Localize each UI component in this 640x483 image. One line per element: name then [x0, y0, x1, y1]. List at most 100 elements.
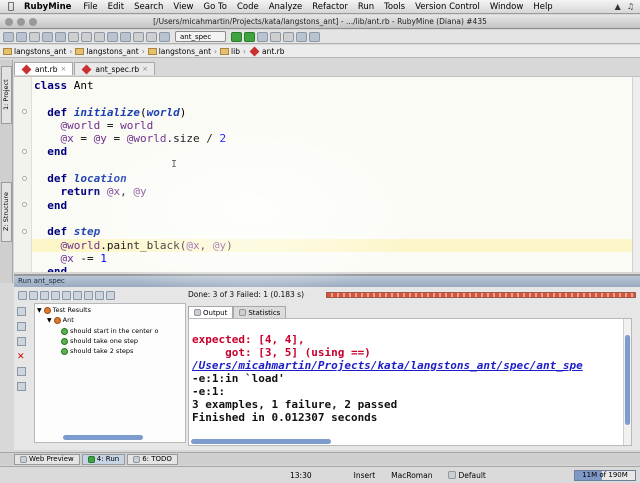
minimize-window-button[interactable]: [17, 18, 25, 26]
cut-icon[interactable]: [68, 31, 79, 42]
test-results-tree[interactable]: ▼ Test Results ▼ Ant should start in the…: [34, 303, 186, 443]
help-icon[interactable]: [17, 382, 26, 391]
menu-edit[interactable]: Edit: [103, 2, 129, 12]
code-line[interactable]: class Ant: [34, 79, 640, 92]
back-icon[interactable]: [133, 31, 144, 42]
fold-marker-icon[interactable]: [22, 229, 27, 234]
menu-view[interactable]: View: [168, 2, 198, 12]
code-line[interactable]: def initialize(world): [34, 106, 640, 119]
menu-version-control[interactable]: Version Control: [410, 2, 485, 12]
code-line[interactable]: @world.paint_black(@x, @y): [32, 238, 640, 252]
menu-help[interactable]: Help: [528, 2, 557, 12]
tab-ant-spec-rb[interactable]: ant_spec.rb ×: [74, 62, 155, 75]
menu-refactor[interactable]: Refactor: [307, 2, 353, 12]
build-icon[interactable]: [159, 31, 170, 42]
toggle-passed-icon[interactable]: [29, 290, 38, 300]
export-icon[interactable]: [95, 290, 104, 300]
menu-run[interactable]: Run: [353, 2, 379, 12]
menu-code[interactable]: Code: [232, 2, 264, 12]
paste-icon[interactable]: [94, 31, 105, 42]
tree-horizontal-scrollbar[interactable]: [63, 435, 143, 440]
collapse-all-icon[interactable]: [62, 290, 71, 300]
help-icon[interactable]: [309, 31, 321, 42]
pause-output-icon[interactable]: [17, 322, 26, 331]
code-line[interactable]: def location: [34, 172, 640, 185]
settings-icon[interactable]: [296, 31, 308, 42]
code-line[interactable]: @x = @y = @world.size / 2: [34, 132, 640, 145]
code-editor[interactable]: class Ant def initialize(world) @world =…: [14, 76, 640, 272]
console-vertical-scrollbar[interactable]: [623, 319, 631, 445]
todo-tool-tab[interactable]: 6: TODO: [127, 453, 178, 465]
tab-output[interactable]: Output: [188, 306, 234, 318]
collapse-arrow-icon[interactable]: ▼: [47, 316, 52, 325]
close-tab-icon[interactable]: ×: [142, 65, 148, 73]
close-window-button[interactable]: [5, 18, 13, 26]
file-encoding[interactable]: MacRoman: [383, 471, 440, 480]
code-line[interactable]: [34, 92, 640, 105]
app-menu[interactable]: RubyMine: [22, 2, 78, 12]
menu-tools[interactable]: Tools: [379, 2, 410, 12]
code-line[interactable]: @x -= 1: [34, 252, 640, 265]
tree-node-test[interactable]: should take one step: [61, 337, 138, 346]
volume-icon[interactable]: ♫: [627, 2, 634, 11]
code-text[interactable]: class Ant def initialize(world) @world =…: [32, 79, 640, 272]
tab-ant-rb[interactable]: ant.rb ×: [14, 62, 74, 75]
sync-icon[interactable]: [29, 31, 40, 42]
code-line[interactable]: end: [34, 265, 640, 272]
code-line[interactable]: @world = world: [34, 119, 640, 132]
code-line[interactable]: [34, 212, 640, 225]
code-line[interactable]: def step: [34, 225, 640, 238]
fold-marker-icon[interactable]: [22, 149, 27, 154]
structure-tool-tab[interactable]: Z: Structure: [1, 182, 12, 242]
save-icon[interactable]: [16, 31, 27, 42]
open-icon[interactable]: [3, 31, 14, 42]
code-line[interactable]: [34, 159, 640, 172]
breadcrumb-project[interactable]: langstons_ant: [3, 47, 66, 56]
settings-icon[interactable]: [106, 290, 115, 300]
caret-position[interactable]: 13:30: [282, 471, 320, 480]
copy-icon[interactable]: [81, 31, 92, 42]
console-horizontal-scrollbar[interactable]: [191, 439, 331, 444]
breadcrumb-file[interactable]: ant.rb: [249, 46, 285, 56]
close-run-icon[interactable]: ✕: [17, 352, 28, 362]
pin-icon[interactable]: [17, 367, 26, 376]
zoom-window-button[interactable]: [29, 18, 37, 26]
vcs-commit-icon[interactable]: [283, 31, 295, 42]
close-tab-icon[interactable]: ×: [61, 65, 67, 73]
tab-statistics[interactable]: Statistics: [233, 306, 287, 318]
fold-marker-icon[interactable]: [22, 109, 27, 114]
collapse-arrow-icon[interactable]: ▼: [37, 306, 42, 315]
coverage-icon[interactable]: [257, 31, 269, 42]
undo-icon[interactable]: [42, 31, 53, 42]
code-line[interactable]: return @x, @y: [34, 185, 640, 198]
breadcrumb-root[interactable]: langstons_ant: [147, 47, 211, 56]
rerun-icon[interactable]: [18, 290, 27, 300]
wifi-icon[interactable]: ▲: [615, 2, 621, 11]
next-failure-icon[interactable]: [84, 290, 93, 300]
previous-failure-icon[interactable]: [73, 290, 82, 300]
redo-icon[interactable]: [55, 31, 66, 42]
tree-node-test[interactable]: should start in the center o: [61, 327, 159, 336]
run-again-icon[interactable]: [17, 307, 26, 316]
code-line[interactable]: end: [34, 145, 640, 158]
expand-all-icon[interactable]: [51, 290, 60, 300]
memory-indicator[interactable]: 11M of 190M: [574, 469, 636, 481]
replace-icon[interactable]: [120, 31, 131, 42]
code-line[interactable]: end: [34, 199, 640, 212]
menu-analyze[interactable]: Analyze: [264, 2, 308, 12]
forward-icon[interactable]: [146, 31, 157, 42]
tree-node-suite[interactable]: ▼ Ant: [47, 316, 74, 325]
menu-goto[interactable]: Go To: [199, 2, 232, 12]
console-file-link[interactable]: /Users/micahmartin/Projects/kata/langsto…: [192, 359, 631, 372]
fold-marker-icon[interactable]: [22, 202, 27, 207]
project-tool-tab[interactable]: 1: Project: [1, 66, 12, 124]
stop-icon[interactable]: [17, 337, 26, 346]
apple-menu-icon[interactable]: : [0, 1, 22, 12]
find-icon[interactable]: [107, 31, 118, 42]
run-tool-tab[interactable]: 4: Run: [81, 453, 126, 465]
console-output[interactable]: expected: [4, 4], got: [3, 5] (using ==)…: [188, 318, 632, 446]
breadcrumb-module[interactable]: langstons_ant: [75, 47, 139, 56]
code-style[interactable]: Default: [440, 471, 493, 480]
run-configuration-select[interactable]: ant_spec: [175, 31, 227, 42]
breadcrumb-lib[interactable]: lib: [220, 47, 240, 56]
